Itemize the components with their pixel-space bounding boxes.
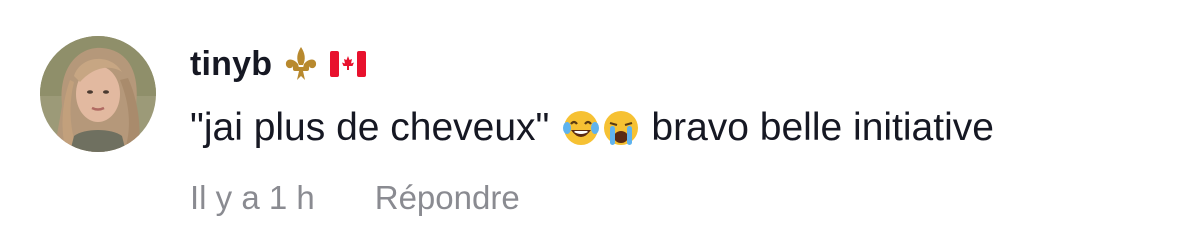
- comment-header: tinyb: [190, 38, 367, 90]
- comment-text-part-2: bravo belle initiative: [651, 106, 994, 149]
- fleur-de-lis-icon: [284, 45, 318, 83]
- comment-text-part-1: "jai plus de cheveux": [190, 106, 550, 149]
- username[interactable]: tinyb: [190, 45, 272, 84]
- comment-text: "jai plus de cheveux" bravo belle initia…: [190, 102, 994, 154]
- avatar[interactable]: [40, 36, 156, 152]
- emoji-group: [561, 108, 641, 148]
- crying-emoji: [601, 108, 641, 148]
- reply-button[interactable]: Répondre: [375, 179, 520, 217]
- comment-meta: Il y a 1 h Répondre: [190, 176, 520, 220]
- avatar-image: [40, 36, 156, 152]
- timestamp: Il y a 1 h: [190, 179, 315, 216]
- canada-flag-icon: [330, 51, 367, 77]
- laughing-tears-emoji: [561, 108, 601, 148]
- comment-item: tinyb "jai plus de cheveux" bravo belle …: [0, 0, 1200, 251]
